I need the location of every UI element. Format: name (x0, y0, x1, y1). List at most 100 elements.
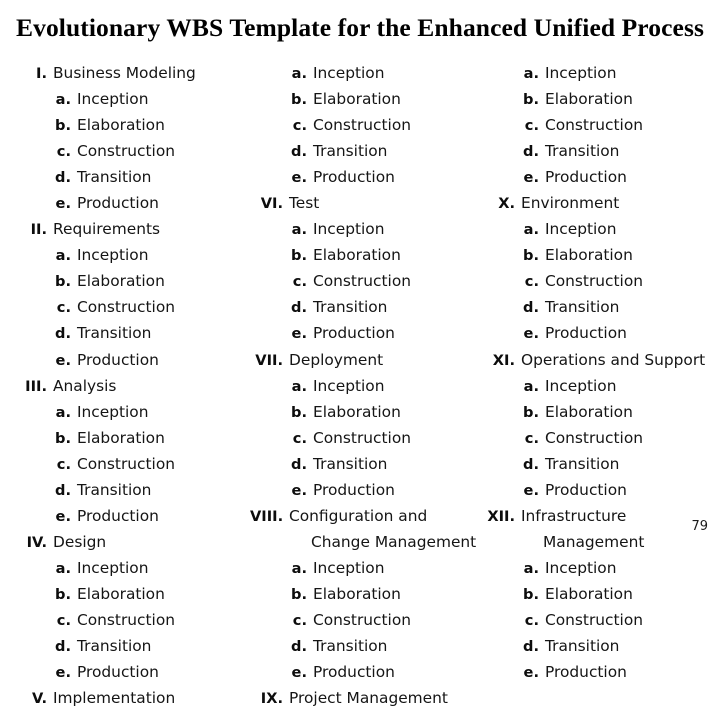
wbs-entry-label: Transition (313, 637, 388, 656)
wbs-subphase-marker: e. (523, 664, 539, 682)
wbs-column-3: a. Inception b. Elaboration c. Construction d.… (482, 60, 720, 685)
wbs-phase-marker: IV. (26, 533, 47, 551)
wbs-subphase-item: a. Inception (14, 555, 254, 581)
wbs-entry-label: Construction (545, 428, 643, 447)
wbs-subphase-item: e. Production (14, 503, 254, 529)
wbs-subphase-item: a. Inception (482, 555, 720, 581)
wbs-entry-label: Production (313, 663, 395, 682)
wbs-subphase-marker: d. (55, 481, 71, 499)
wbs-entry-label: Elaboration (545, 584, 633, 603)
wbs-entry-label: Construction (545, 272, 643, 291)
wbs-entry-label: Transition (545, 637, 620, 656)
wbs-phase-item: I. Business Modeling (14, 60, 254, 86)
wbs-subphase-marker: b. (55, 273, 71, 291)
wbs-entry-label: Construction (545, 610, 643, 629)
wbs-subphase-item: a. Inception (14, 86, 254, 112)
wbs-subphase-marker: a. (523, 559, 539, 577)
wbs-subphase-item: b. Elaboration (250, 242, 485, 268)
wbs-subphase-item: d. Transition (14, 633, 254, 659)
wbs-subphase-marker: d. (523, 638, 539, 656)
wbs-subphase-marker: c. (292, 117, 307, 135)
wbs-subphase-marker: c. (524, 611, 539, 629)
wbs-subphase-item: e. Production (482, 164, 720, 190)
wbs-subphase-item: e. Production (482, 320, 720, 346)
wbs-column-2: a. Inception b. Elaboration c. Construction d.… (250, 60, 485, 711)
wbs-entry-label: Project Management (289, 689, 448, 708)
wbs-subphase-marker: b. (55, 117, 71, 135)
wbs-subphase-marker: b. (523, 403, 539, 421)
wbs-subphase-marker: d. (523, 299, 539, 317)
wbs-subphase-item: b. Elaboration (482, 581, 720, 607)
wbs-entry-label: Transition (77, 168, 152, 187)
wbs-phase-marker: X. (498, 195, 515, 213)
wbs-subphase-marker: d. (55, 325, 71, 343)
wbs-subphase-marker: d. (291, 299, 307, 317)
wbs-subphase-item: c. Construction (250, 112, 485, 138)
wbs-entry-label: Inception (77, 90, 149, 109)
wbs-subphase-marker: b. (523, 585, 539, 603)
wbs-entry-label: Elaboration (77, 116, 165, 135)
wbs-subphase-item: b. Elaboration (14, 581, 254, 607)
wbs-phase-item: V. Implementation (14, 685, 254, 711)
wbs-subphase-item: c. Construction (250, 425, 485, 451)
wbs-entry-label: Transition (313, 298, 388, 317)
wbs-phase-item: VII. Deployment (250, 347, 485, 373)
wbs-subphase-marker: a. (523, 65, 539, 82)
wbs-subphase-item: e. Production (250, 164, 485, 190)
wbs-subphase-marker: b. (291, 247, 307, 265)
wbs-entry-label: Transition (545, 454, 620, 473)
wbs-subphase-item: d. Transition (482, 451, 720, 477)
wbs-entry-label: Production (545, 324, 627, 343)
wbs-phase-marker: III. (25, 377, 47, 395)
wbs-subphase-item: c. Construction (14, 138, 254, 164)
wbs-subphase-marker: e. (291, 664, 307, 682)
wbs-subphase-item: d. Transition (250, 294, 485, 320)
wbs-phase-item: XI. Operations and Support (482, 347, 720, 373)
wbs-phase-marker: V. (32, 690, 47, 708)
wbs-entry-continuation: Management (482, 529, 720, 555)
wbs-entry-label: Elaboration (313, 246, 401, 265)
wbs-entry-label: Transition (313, 142, 388, 161)
wbs-subphase-item: b. Elaboration (482, 86, 720, 112)
wbs-subphase-item: a. Inception (482, 373, 720, 399)
wbs-subphase-marker: c. (56, 611, 71, 629)
wbs-entry-label: Transition (545, 298, 620, 317)
wbs-column-1: I. Business Modeling a. Inception b. Elaborat… (14, 60, 254, 711)
wbs-entry-label: Inception (313, 558, 385, 577)
wbs-entry-label: Production (545, 168, 627, 187)
wbs-phase-marker: VI. (260, 195, 283, 213)
wbs-subphase-item: b. Elaboration (14, 112, 254, 138)
wbs-entry-label: Production (313, 480, 395, 499)
wbs-subphase-marker: b. (523, 247, 539, 265)
wbs-subphase-marker: d. (55, 169, 71, 187)
wbs-entry-continuation: Change Management (250, 529, 485, 555)
wbs-subphase-marker: c. (56, 299, 71, 317)
wbs-subphase-item: c. Construction (14, 451, 254, 477)
wbs-phase-item: IX. Project Management (250, 685, 485, 711)
wbs-entry-label: Production (77, 194, 159, 213)
wbs-subphase-item: c. Construction (482, 268, 720, 294)
wbs-entry-label: Elaboration (545, 90, 633, 109)
wbs-entry-label: Configuration and (289, 506, 428, 525)
wbs-subphase-marker: c. (292, 611, 307, 629)
wbs-subphase-marker: d. (291, 455, 307, 473)
wbs-subphase-marker: e. (55, 507, 71, 525)
wbs-entry-label: Construction (313, 116, 411, 135)
wbs-entry-label: Production (545, 480, 627, 499)
wbs-subphase-item: a. Inception (14, 242, 254, 268)
wbs-phase-item: VI. Test (250, 190, 485, 216)
wbs-subphase-item: a. Inception (14, 399, 254, 425)
wbs-subphase-item: d. Transition (482, 633, 720, 659)
wbs-subphase-marker: d. (291, 638, 307, 656)
wbs-phase-marker: II. (30, 221, 47, 239)
wbs-entry-label: Inception (545, 376, 617, 395)
wbs-subphase-marker: e. (291, 169, 307, 187)
wbs-entry-label: Change Management (311, 532, 477, 551)
wbs-entry-label: Production (545, 663, 627, 682)
wbs-entry-label: Inception (545, 220, 617, 239)
wbs-entry-label: Transition (77, 480, 152, 499)
wbs-phase-item: IV. Design (14, 529, 254, 555)
wbs-phase-marker: XII. (487, 507, 515, 525)
wbs-entry-label: Implementation (53, 689, 176, 708)
wbs-entry-label: Construction (77, 454, 175, 473)
